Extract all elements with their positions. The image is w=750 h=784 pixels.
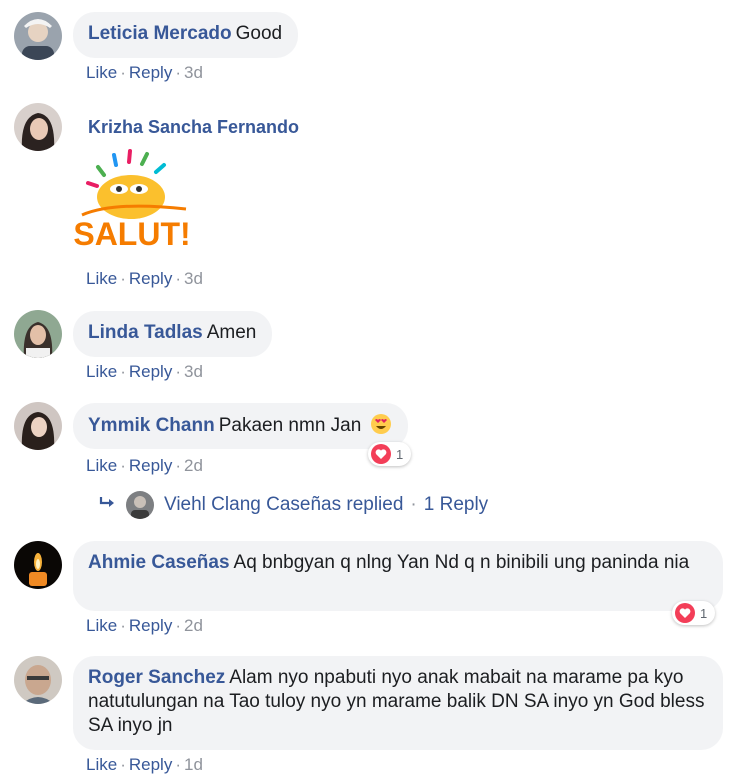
timestamp[interactable]: 3d bbox=[184, 269, 203, 288]
reply-arrow-icon bbox=[99, 494, 117, 516]
reply-link[interactable]: Reply bbox=[129, 269, 172, 288]
love-reaction-icon bbox=[675, 603, 695, 623]
comment-text: Pakaen nmn Jan bbox=[218, 415, 362, 436]
timestamp[interactable]: 1d bbox=[184, 755, 203, 774]
reply-link[interactable]: Reply bbox=[129, 456, 172, 475]
comment-actions: Like · Reply · 3d bbox=[86, 362, 203, 381]
comment-author[interactable]: Leticia Mercado bbox=[88, 23, 232, 44]
timestamp[interactable]: 3d bbox=[184, 362, 203, 381]
comment-bubble: Roger Sanchez Alam nyo npabuti nyo anak m… bbox=[73, 656, 723, 750]
timestamp[interactable]: 2d bbox=[184, 456, 203, 475]
reaction-number: 1 bbox=[396, 446, 404, 462]
comment-author[interactable]: Linda Tadlas bbox=[88, 322, 203, 343]
comment-text: Amen bbox=[206, 322, 257, 343]
avatar[interactable] bbox=[14, 310, 62, 358]
like-link[interactable]: Like bbox=[86, 63, 117, 82]
like-link[interactable]: Like bbox=[86, 456, 117, 475]
comment-author[interactable]: Ymmik Chann bbox=[88, 415, 215, 436]
comment-author[interactable]: Ahmie Caseñas bbox=[88, 552, 230, 573]
avatar[interactable] bbox=[14, 541, 62, 589]
comment-actions: Like · Reply · 3d bbox=[86, 63, 203, 82]
avatar[interactable] bbox=[14, 656, 62, 704]
like-link[interactable]: Like bbox=[86, 269, 117, 288]
like-link[interactable]: Like bbox=[86, 616, 117, 635]
avatar[interactable] bbox=[14, 402, 62, 450]
comment-text: Good bbox=[235, 23, 283, 44]
view-replies-link[interactable]: Viehl Clang Caseñas replied · 1 Reply bbox=[99, 491, 488, 519]
reply-link[interactable]: Reply bbox=[129, 63, 172, 82]
comment-actions: Like · Reply · 2d bbox=[86, 456, 203, 475]
replied-text: Viehl Clang Caseñas replied bbox=[164, 494, 404, 515]
like-link[interactable]: Like bbox=[86, 755, 117, 774]
reply-link[interactable]: Reply bbox=[129, 755, 172, 774]
reply-link[interactable]: Reply bbox=[129, 362, 172, 381]
reply-count[interactable]: 1 Reply bbox=[424, 494, 488, 516]
timestamp[interactable]: 3d bbox=[184, 63, 203, 82]
comment-actions: Like · Reply · 2d bbox=[86, 616, 203, 635]
like-link[interactable]: Like bbox=[86, 362, 117, 381]
reaction-number: 1 bbox=[700, 605, 708, 621]
comment-bubble: Ahmie Caseñas Aq bnbgyan q nlng Yan Nd q … bbox=[73, 541, 723, 611]
comment-actions: Like · Reply · 1d bbox=[86, 755, 203, 774]
comment-author[interactable]: Roger Sanchez bbox=[88, 667, 225, 688]
replier-avatar bbox=[126, 491, 154, 519]
comment-author[interactable]: Krizha Sancha Fernando bbox=[88, 117, 299, 138]
reaction-count[interactable]: 1 bbox=[672, 601, 716, 625]
love-reaction-icon bbox=[371, 444, 391, 464]
sticker-text: SALUT! bbox=[74, 216, 191, 252]
timestamp[interactable]: 2d bbox=[184, 616, 203, 635]
comment-text: Aq bnbgyan q nlng Yan Nd q n binibili un… bbox=[233, 552, 690, 573]
reply-link[interactable]: Reply bbox=[129, 616, 172, 635]
avatar[interactable] bbox=[14, 12, 62, 60]
reaction-count[interactable]: 1 bbox=[368, 442, 412, 466]
comment-bubble: Linda Tadlas Amen bbox=[73, 311, 273, 357]
comment-actions: Like · Reply · 3d bbox=[86, 269, 203, 288]
comment-bubble: Ymmik Chann Pakaen nmn Jan bbox=[73, 403, 408, 449]
heart-eyes-emoji bbox=[370, 413, 392, 442]
comment-bubble: Leticia Mercado Good bbox=[73, 12, 299, 58]
sticker-salut: SALUT! bbox=[73, 145, 192, 263]
avatar[interactable] bbox=[14, 103, 62, 151]
